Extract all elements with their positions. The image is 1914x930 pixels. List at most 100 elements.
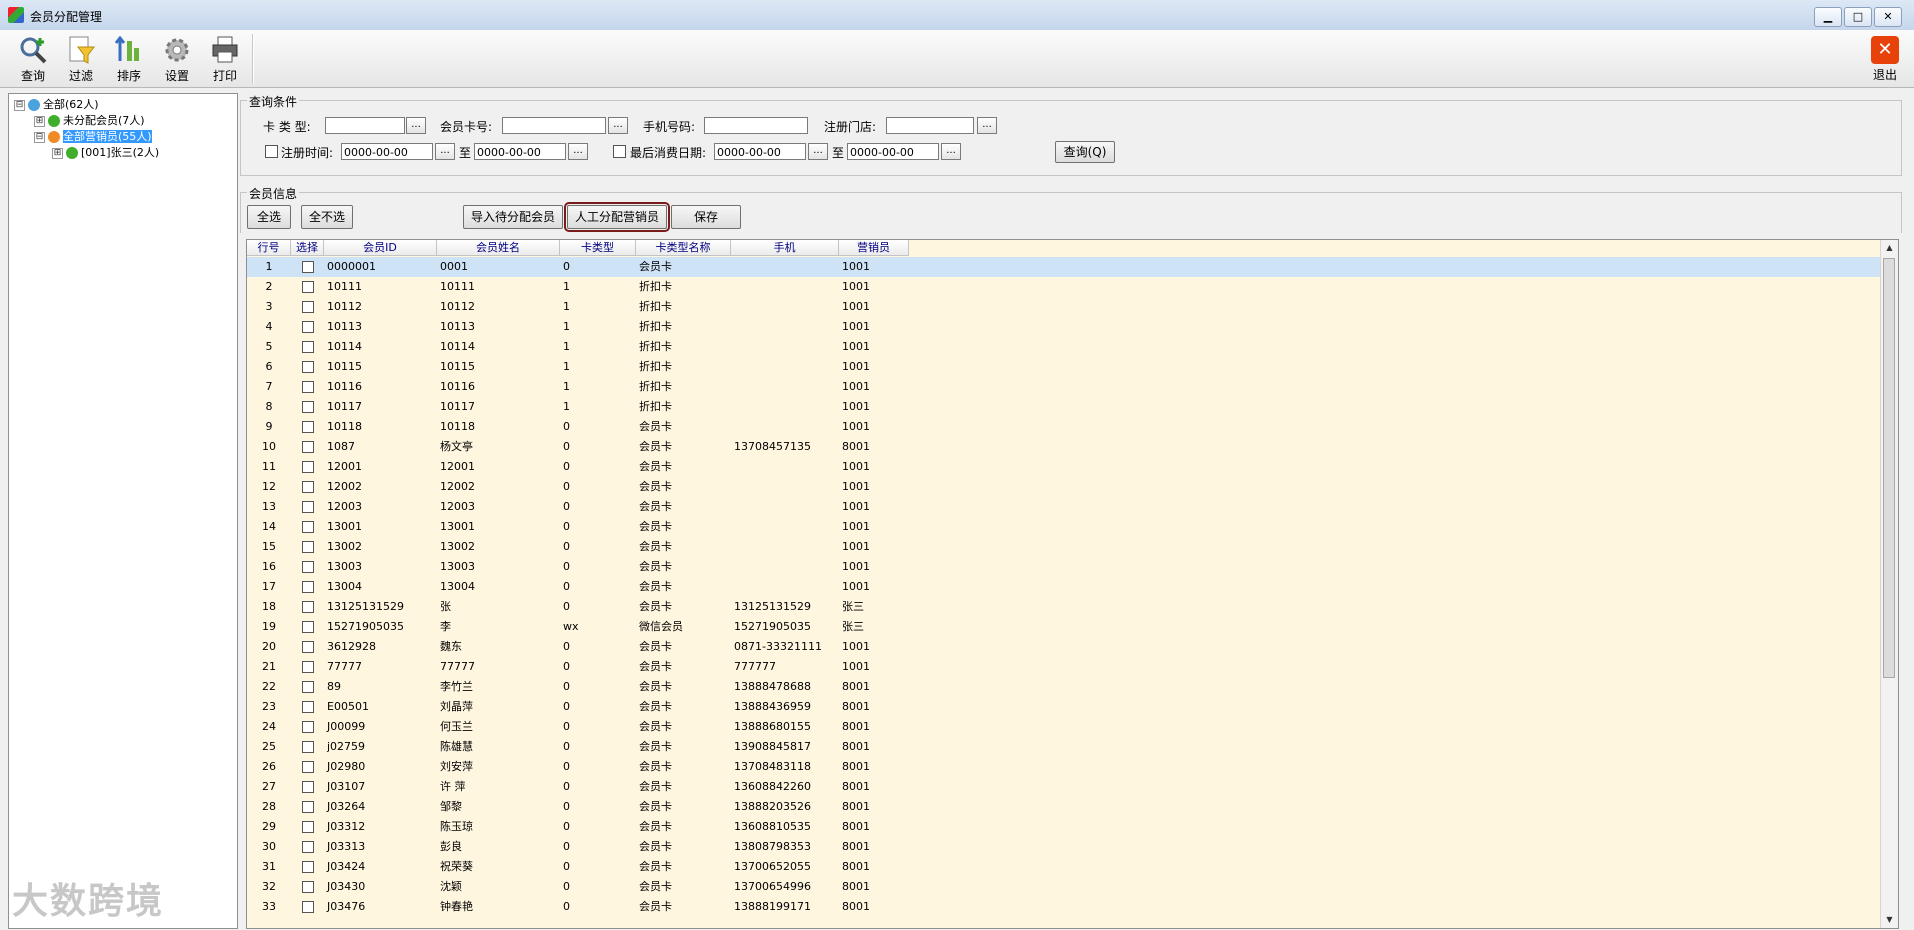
sort-button[interactable]: 排序 <box>106 33 152 85</box>
row-select-checkbox[interactable] <box>302 561 314 573</box>
row-select-checkbox[interactable] <box>302 361 314 373</box>
table-row[interactable]: 22 89 李竹兰 0 会员卡 13888478688 8001 <box>247 677 1880 697</box>
row-select-checkbox[interactable] <box>302 621 314 633</box>
row-select-checkbox[interactable] <box>302 641 314 653</box>
table-row[interactable]: 11 12001 12001 0 会员卡 1001 <box>247 457 1880 477</box>
table-row[interactable]: 31 J03424 祝荣葵 0 会员卡 13700652055 8001 <box>247 857 1880 877</box>
table-row[interactable]: 3 10112 10112 1 折扣卡 1001 <box>247 297 1880 317</box>
table-row[interactable]: 16 13003 13003 0 会员卡 1001 <box>247 557 1880 577</box>
exit-button[interactable]: ✕ 退出 <box>1862 33 1908 85</box>
row-select-checkbox[interactable] <box>302 721 314 733</box>
expand-icon[interactable]: ⊞ <box>52 147 63 159</box>
store-picker-button[interactable]: ... <box>977 117 997 134</box>
row-select-checkbox[interactable] <box>302 521 314 533</box>
query-button[interactable]: 查询 <box>10 33 56 85</box>
row-select-checkbox[interactable] <box>302 801 314 813</box>
row-select-checkbox[interactable] <box>302 341 314 353</box>
row-select-checkbox[interactable] <box>302 681 314 693</box>
scroll-down-icon[interactable]: ▼ <box>1881 912 1898 928</box>
row-select-checkbox[interactable] <box>302 281 314 293</box>
card-no-picker-button[interactable]: ... <box>608 117 628 134</box>
row-select-checkbox[interactable] <box>302 441 314 453</box>
scroll-thumb[interactable] <box>1883 258 1895 678</box>
column-header[interactable]: 会员姓名 <box>437 240 560 256</box>
row-select-checkbox[interactable] <box>302 821 314 833</box>
tree-node-root[interactable]: ⊟ 全部(62人) <box>14 97 99 112</box>
table-row[interactable]: 8 10117 10117 1 折扣卡 1001 <box>247 397 1880 417</box>
maximize-button[interactable]: □ <box>1844 7 1872 27</box>
phone-input[interactable] <box>704 117 808 134</box>
table-row[interactable]: 27 J03107 许 萍 0 会员卡 13608842260 8001 <box>247 777 1880 797</box>
row-select-checkbox[interactable] <box>302 501 314 513</box>
table-row[interactable]: 13 12003 12003 0 会员卡 1001 <box>247 497 1880 517</box>
table-row[interactable]: 33 J03476 钟春艳 0 会员卡 13888199171 8001 <box>247 897 1880 917</box>
row-select-checkbox[interactable] <box>302 401 314 413</box>
reg-from-date[interactable]: 0000-00-00 <box>341 143 433 160</box>
row-select-checkbox[interactable] <box>302 421 314 433</box>
row-select-checkbox[interactable] <box>302 581 314 593</box>
row-select-checkbox[interactable] <box>302 661 314 673</box>
row-select-checkbox[interactable] <box>302 461 314 473</box>
minimize-button[interactable]: ▁ <box>1814 7 1842 27</box>
table-row[interactable]: 7 10116 10116 1 折扣卡 1001 <box>247 377 1880 397</box>
table-row[interactable]: 32 J03430 沈颖 0 会员卡 13700654996 8001 <box>247 877 1880 897</box>
print-button[interactable]: 打印 <box>202 33 248 85</box>
collapse-icon[interactable]: ⊟ <box>14 99 25 111</box>
table-row[interactable]: 21 77777 77777 0 会员卡 777777 1001 <box>247 657 1880 677</box>
table-row[interactable]: 12 12002 12002 0 会员卡 1001 <box>247 477 1880 497</box>
table-row[interactable]: 29 J03312 陈玉琼 0 会员卡 13608810535 8001 <box>247 817 1880 837</box>
consume-from-picker-button[interactable]: ... <box>808 143 828 160</box>
row-select-checkbox[interactable] <box>302 861 314 873</box>
row-select-checkbox[interactable] <box>302 881 314 893</box>
table-row[interactable]: 1 0000001 0001 0 会员卡 1001 <box>247 257 1880 277</box>
row-select-checkbox[interactable] <box>302 901 314 913</box>
reg-to-date[interactable]: 0000-00-00 <box>474 143 566 160</box>
reg-time-checkbox[interactable] <box>265 145 278 158</box>
column-header[interactable]: 选择 <box>291 240 324 256</box>
card-type-picker-button[interactable]: ... <box>406 117 426 134</box>
row-select-checkbox[interactable] <box>302 261 314 273</box>
row-select-checkbox[interactable] <box>302 781 314 793</box>
expand-icon[interactable]: ⊞ <box>34 115 45 127</box>
last-consume-checkbox[interactable] <box>613 145 626 158</box>
tree-node-salesperson[interactable]: ⊞ [001]张三(2人) <box>52 145 159 160</box>
store-input[interactable] <box>886 117 974 134</box>
row-select-checkbox[interactable] <box>302 541 314 553</box>
table-row[interactable]: 20 3612928 魏东 0 会员卡 0871-33321111 1001 <box>247 637 1880 657</box>
settings-button[interactable]: 设置 <box>154 33 200 85</box>
save-button[interactable]: 保存 <box>671 205 741 229</box>
consume-to-date[interactable]: 0000-00-00 <box>847 143 939 160</box>
consume-from-date[interactable]: 0000-00-00 <box>714 143 806 160</box>
column-header[interactable]: 营销员 <box>839 240 909 256</box>
table-row[interactable]: 18 13125131529 张 0 会员卡 13125131529 张三 <box>247 597 1880 617</box>
row-select-checkbox[interactable] <box>302 741 314 753</box>
collapse-icon[interactable]: ⊟ <box>34 131 45 143</box>
table-row[interactable]: 14 13001 13001 0 会员卡 1001 <box>247 517 1880 537</box>
column-header[interactable]: 会员ID <box>324 240 437 256</box>
card-no-input[interactable] <box>502 117 606 134</box>
table-row[interactable]: 4 10113 10113 1 折扣卡 1001 <box>247 317 1880 337</box>
column-header[interactable]: 卡类型 <box>560 240 636 256</box>
table-row[interactable]: 24 J00099 何玉兰 0 会员卡 13888680155 8001 <box>247 717 1880 737</box>
row-select-checkbox[interactable] <box>302 321 314 333</box>
table-row[interactable]: 15 13002 13002 0 会员卡 1001 <box>247 537 1880 557</box>
select-all-button[interactable]: 全选 <box>247 205 291 229</box>
table-row[interactable]: 26 J02980 刘安萍 0 会员卡 13708483118 8001 <box>247 757 1880 777</box>
table-row[interactable]: 17 13004 13004 0 会员卡 1001 <box>247 577 1880 597</box>
row-select-checkbox[interactable] <box>302 381 314 393</box>
tree-node-all-sales[interactable]: ⊟ 全部营销员(55人) <box>34 129 152 144</box>
row-select-checkbox[interactable] <box>302 481 314 493</box>
column-header[interactable]: 行号 <box>247 240 291 256</box>
column-header[interactable]: 手机 <box>731 240 839 256</box>
table-row[interactable]: 25 j02759 陈雄慧 0 会员卡 13908845817 8001 <box>247 737 1880 757</box>
reg-to-picker-button[interactable]: ... <box>568 143 588 160</box>
row-select-checkbox[interactable] <box>302 841 314 853</box>
reg-from-picker-button[interactable]: ... <box>435 143 455 160</box>
table-row[interactable]: 10 1087 杨文亭 0 会员卡 13708457135 8001 <box>247 437 1880 457</box>
row-select-checkbox[interactable] <box>302 701 314 713</box>
filter-button[interactable]: 过滤 <box>58 33 104 85</box>
column-header[interactable]: 卡类型名称 <box>636 240 731 256</box>
card-type-input[interactable] <box>325 117 405 134</box>
table-row[interactable]: 23 E00501 刘晶萍 0 会员卡 13888436959 8001 <box>247 697 1880 717</box>
query-submit-button[interactable]: 查询(Q) <box>1055 141 1115 163</box>
